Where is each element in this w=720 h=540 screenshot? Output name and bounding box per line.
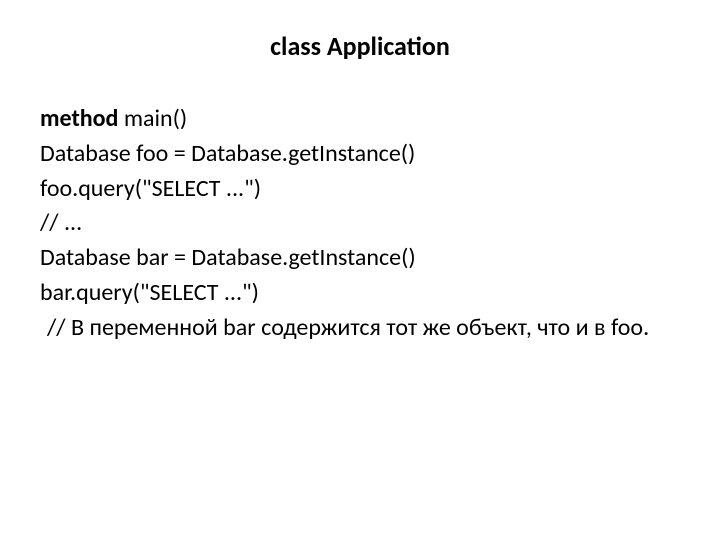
code-content: method main() Database foo = Database.ge…	[40, 102, 680, 346]
code-text: main()	[118, 104, 187, 133]
code-line: Database foo = Database.getInstance()	[40, 137, 680, 172]
code-line: bar.query("SELECT ...")	[40, 276, 680, 311]
code-line: foo.query("SELECT ...")	[40, 172, 680, 207]
code-line: Database bar = Database.getInstance()	[40, 241, 680, 276]
slide-title: class Application	[40, 30, 680, 62]
keyword-method: method	[40, 104, 118, 133]
code-comment: // В переменной bar содержится тот же об…	[40, 311, 680, 346]
code-line: // ...	[40, 206, 680, 241]
code-line: method main()	[40, 102, 680, 137]
